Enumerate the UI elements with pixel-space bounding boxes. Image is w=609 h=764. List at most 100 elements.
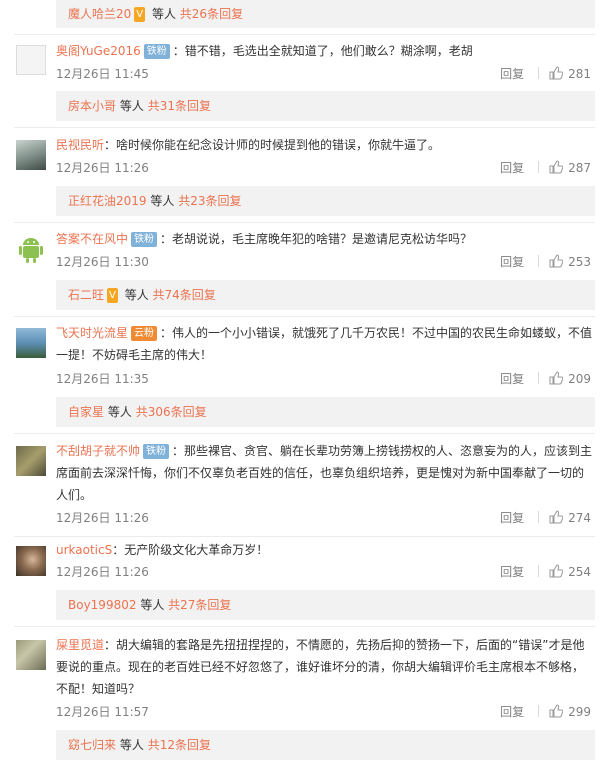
comment-meta: 12月26日 11:26 回复 254 <box>56 562 591 582</box>
like-count: 253 <box>568 255 591 269</box>
comment-meta: 12月26日 11:45 回复 281 <box>56 64 591 84</box>
divider <box>538 372 540 384</box>
username-link[interactable]: 答案不在风中 <box>56 232 128 246</box>
reply-button[interactable]: 回复 <box>500 158 524 178</box>
username-link[interactable]: 奥阁YuGe2016 <box>56 44 141 58</box>
view-replies-link[interactable]: 共12条回复 <box>148 738 211 752</box>
divider <box>538 565 540 577</box>
reply-button[interactable]: 回复 <box>500 508 524 528</box>
fan-badge: 铁粉 <box>143 444 170 459</box>
comment-body: 屎里觅道：胡大编辑的套路是先扭扭捏捏的，不情愿的，先扬后抑的赞扬一下，后面的“错… <box>56 638 585 696</box>
comment-body: 奥阁YuGe2016 铁粉 ：错不错，毛选出全就知道了，他们敢么？糊涂啊，老胡 <box>56 44 473 59</box>
reply-etc-text: 等人 <box>119 99 144 113</box>
view-replies-link[interactable]: 共74条回复 <box>153 288 216 302</box>
comment-text: 胡大编辑的套路是先扭扭捏捏的，不情愿的，先扬后抑的赞扬一下，后面的“错误”才是他… <box>56 638 585 696</box>
vip-icon: V <box>134 7 146 22</box>
reply-etc-text: 等人 <box>107 405 132 419</box>
reply-thread-summary[interactable]: 自家星 等人 共306条回复 <box>56 397 595 427</box>
thumbs-up-icon[interactable] <box>549 704 564 718</box>
avatar[interactable] <box>16 446 46 476</box>
comment-text: 无产阶级文化大革命万岁！ <box>124 543 269 557</box>
reply-button[interactable]: 回复 <box>500 64 524 84</box>
thumbs-up-icon[interactable] <box>549 371 564 385</box>
vip-badge: 云粉 <box>131 326 158 341</box>
view-replies-link[interactable]: 共306条回复 <box>136 405 207 419</box>
comment-body: 民视民听：啥时候你能在纪念设计师的时候提到他的错误，你就牛逼了。 <box>56 138 441 152</box>
fan-badge: 铁粉 <box>143 44 170 59</box>
like-count: 209 <box>568 372 591 386</box>
divider <box>538 705 540 717</box>
view-replies-link[interactable]: 共27条回复 <box>168 598 231 612</box>
reply-thread-summary[interactable]: 魔人哈兰20 V 等人 共26条回复 <box>56 0 595 28</box>
reply-button[interactable]: 回复 <box>500 252 524 272</box>
reply-author-link[interactable]: 石二旺 <box>68 288 104 302</box>
reply-author-link[interactable]: 魔人哈兰20 <box>68 7 131 21</box>
reply-thread-summary[interactable]: 窈七归来 等人 共12条回复 <box>56 730 595 760</box>
username-link[interactable]: 民视民听 <box>56 138 104 152</box>
divider <box>14 433 595 434</box>
comment-meta: 12月26日 11:26 回复 287 <box>56 158 591 178</box>
avatar[interactable] <box>16 140 46 170</box>
avatar[interactable] <box>16 640 46 670</box>
divider <box>14 316 595 317</box>
reply-author-link[interactable]: 窈七归来 <box>68 738 116 752</box>
reply-thread-summary[interactable]: 石二旺 V 等人 共74条回复 <box>56 280 595 310</box>
comment-date: 12月26日 11:35 <box>56 372 149 386</box>
comment-text: 啥时候你能在纪念设计师的时候提到他的错误，你就牛逼了。 <box>116 138 441 152</box>
reply-button[interactable]: 回复 <box>500 702 524 722</box>
comment-body: 飞天时光流星 云粉 ：伟人的一个小小错误，就饿死了几千万农民！不过中国的农民生命如蝼… <box>56 326 593 362</box>
reply-thread-summary[interactable]: 正红花油2019 等人 共23条回复 <box>56 186 595 216</box>
reply-etc-text: 等人 <box>150 194 175 208</box>
reply-thread-summary[interactable]: 房本小哥 等人 共31条回复 <box>56 91 595 121</box>
reply-button[interactable]: 回复 <box>500 369 524 389</box>
view-replies-link[interactable]: 共26条回复 <box>180 7 243 21</box>
reply-author-link[interactable]: 正红花油2019 <box>68 194 147 208</box>
comment-meta: 12月26日 11:35 回复 209 <box>56 369 591 389</box>
divider <box>14 222 595 223</box>
reply-etc-text: 等人 <box>119 738 144 752</box>
reply-author-link[interactable]: 房本小哥 <box>68 99 116 113</box>
reply-etc-text: 等人 <box>140 598 165 612</box>
username-link[interactable]: urkaoticS <box>56 543 112 557</box>
comment-body: 答案不在风中 铁粉 ：老胡说说，毛主席晚年犯的啥错？是邀请尼克松访华吗？ <box>56 232 473 247</box>
comment-date: 12月26日 11:57 <box>56 705 149 719</box>
divider <box>14 536 595 537</box>
comment-date: 12月26日 11:26 <box>56 565 149 579</box>
like-count: 254 <box>568 565 591 579</box>
comment-body: 不刮胡子就不帅 铁粉 ：那些裸官、贪官、躺在长辈功劳簿上捞钱捞权的人、恣意妄为的人，… <box>56 444 593 502</box>
reply-author-link[interactable]: 自家星 <box>68 405 104 419</box>
comment-meta: 12月26日 11:26 回复 274 <box>56 508 591 528</box>
view-replies-link[interactable]: 共23条回复 <box>178 194 241 208</box>
username-link[interactable]: 不刮胡子就不帅 <box>56 444 140 458</box>
avatar[interactable] <box>16 328 46 358</box>
thumbs-up-icon[interactable] <box>549 564 564 578</box>
reply-thread-summary[interactable]: Boy199802 等人 共27条回复 <box>56 590 595 620</box>
thumbs-up-icon[interactable] <box>549 160 564 174</box>
android-icon <box>19 238 43 263</box>
view-replies-link[interactable]: 共31条回复 <box>148 99 211 113</box>
username-link[interactable]: 飞天时光流星 <box>56 326 128 340</box>
divider <box>14 626 595 627</box>
divider <box>538 161 540 173</box>
divider <box>538 511 540 523</box>
vip-icon: V <box>107 288 118 303</box>
reply-button[interactable]: 回复 <box>500 562 524 582</box>
avatar[interactable] <box>16 45 46 75</box>
thumbs-up-icon[interactable] <box>549 510 564 524</box>
reply-etc-text: 等人 <box>151 7 176 21</box>
comment-body: urkaoticS：无产阶级文化大革命万岁！ <box>56 543 269 557</box>
username-link[interactable]: 屎里觅道 <box>56 638 104 652</box>
reply-author-link[interactable]: Boy199802 <box>68 598 136 612</box>
avatar[interactable] <box>16 234 46 264</box>
thumbs-up-icon[interactable] <box>549 254 564 268</box>
fan-badge: 铁粉 <box>131 232 158 247</box>
divider <box>14 127 595 128</box>
avatar[interactable] <box>16 546 46 576</box>
thumbs-up-icon[interactable] <box>549 66 564 80</box>
comment-text: 错不错，毛选出全就知道了，他们敢么？糊涂啊，老胡 <box>184 44 473 58</box>
divider <box>538 67 540 79</box>
comment-meta: 12月26日 11:30 回复 253 <box>56 252 591 272</box>
reply-etc-text: 等人 <box>124 288 149 302</box>
divider <box>538 255 540 267</box>
like-count: 274 <box>568 511 591 525</box>
